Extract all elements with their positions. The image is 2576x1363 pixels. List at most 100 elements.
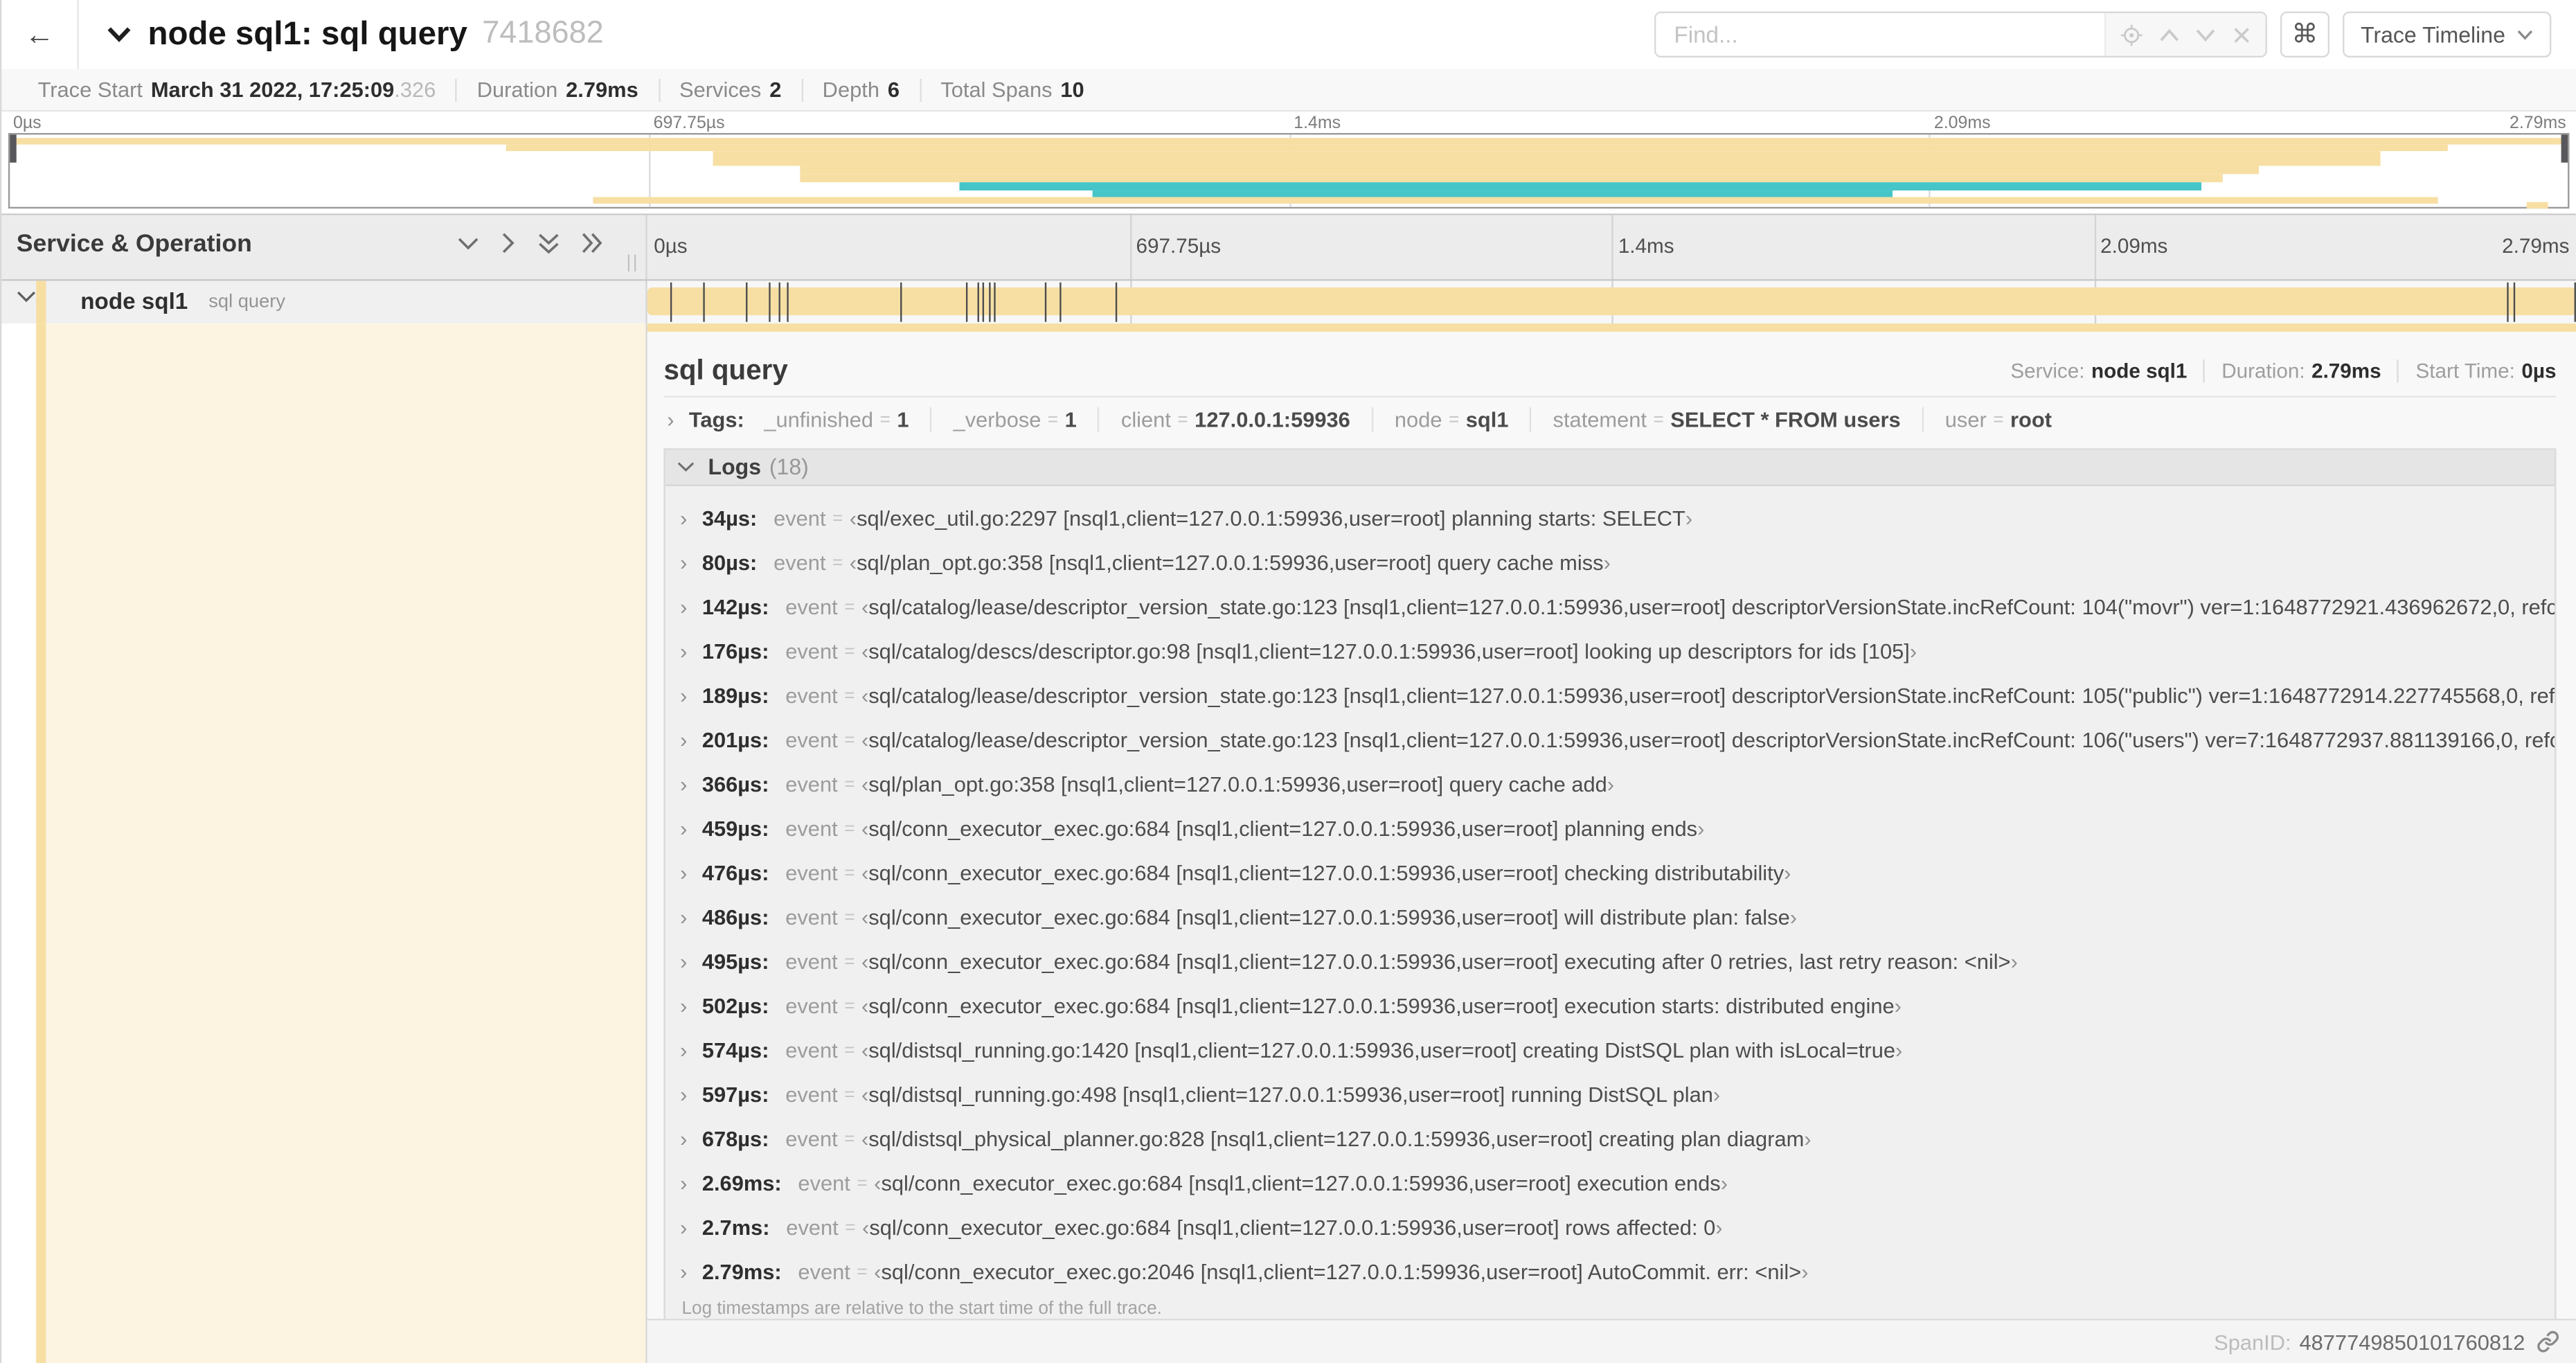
log-expand-chevron-icon[interactable]: › bbox=[680, 816, 687, 841]
span-row-name-column[interactable]: node sql1 sql query bbox=[1, 280, 647, 324]
logs-header[interactable]: Logs (18) bbox=[665, 449, 2555, 486]
log-entry-row[interactable]: › 597µs: event = ‹ sql/distsql_running.g… bbox=[665, 1072, 2555, 1116]
log-expand-chevron-icon[interactable]: › bbox=[680, 905, 687, 929]
viewport-scrubber-right[interactable] bbox=[2561, 134, 2568, 163]
span-log-marker[interactable] bbox=[2506, 282, 2509, 322]
log-entry-row[interactable]: › 476µs: event = ‹ sql/conn_executor_exe… bbox=[665, 850, 2555, 895]
back-button[interactable]: ← bbox=[1, 0, 79, 69]
log-expand-chevron-icon[interactable]: › bbox=[680, 1038, 687, 1063]
span-log-marker[interactable] bbox=[976, 282, 979, 322]
trace-info-item: Duration 2.79ms bbox=[457, 77, 660, 103]
minimap-canvas[interactable] bbox=[8, 133, 2570, 209]
log-close-quote: › bbox=[1804, 1126, 1812, 1152]
log-expand-chevron-icon[interactable]: › bbox=[680, 550, 687, 575]
minimap-span-bar bbox=[713, 158, 2381, 166]
collapse-one-icon[interactable] bbox=[457, 235, 480, 250]
log-field-key: event bbox=[785, 683, 838, 708]
viewport-scrubber-left[interactable] bbox=[10, 134, 17, 163]
log-entry-row[interactable]: › 459µs: event = ‹ sql/conn_executor_exe… bbox=[665, 806, 2555, 850]
span-log-marker[interactable] bbox=[786, 282, 788, 322]
next-match-icon[interactable] bbox=[2195, 27, 2217, 42]
log-expand-chevron-icon[interactable]: › bbox=[680, 683, 687, 708]
keyboard-shortcuts-button[interactable]: ⌘ bbox=[2280, 11, 2329, 57]
prev-match-icon[interactable] bbox=[2158, 27, 2180, 42]
log-entry-row[interactable]: › 574µs: event = ‹ sql/distsql_running.g… bbox=[665, 1028, 2555, 1072]
log-entry-row[interactable]: › 201µs: event = ‹ sql/catalog/lease/des… bbox=[665, 718, 2555, 762]
log-entry-row[interactable]: › 80µs: event = ‹ sql/plan_opt.go:358 [n… bbox=[665, 540, 2555, 585]
log-field-key: event bbox=[785, 1082, 838, 1107]
span-log-marker[interactable] bbox=[1044, 282, 1046, 322]
logs-section: Logs (18) › 34µs: event = ‹ sql/exec_uti… bbox=[663, 448, 2557, 1335]
log-equals: = bbox=[844, 952, 855, 972]
log-entry-row[interactable]: › 2.7ms: event = ‹ sql/conn_executor_exe… bbox=[665, 1205, 2555, 1249]
log-equals: = bbox=[844, 774, 855, 794]
timeline-expand-controls bbox=[457, 231, 603, 254]
span-log-marker[interactable] bbox=[703, 282, 705, 322]
log-expand-chevron-icon[interactable]: › bbox=[680, 1215, 687, 1240]
span-log-marker[interactable] bbox=[988, 282, 991, 322]
log-expand-chevron-icon[interactable]: › bbox=[680, 594, 687, 619]
tags-label: Tags: bbox=[688, 407, 744, 432]
clear-find-icon[interactable] bbox=[2232, 26, 2250, 44]
log-entry-row[interactable]: › 142µs: event = ‹ sql/catalog/lease/des… bbox=[665, 585, 2555, 629]
log-entry-row[interactable]: › 34µs: event = ‹ sql/exec_util.go:2297 … bbox=[665, 496, 2555, 540]
log-expand-chevron-icon[interactable]: › bbox=[680, 639, 687, 663]
logs-count: (18) bbox=[769, 454, 809, 480]
log-expand-chevron-icon[interactable]: › bbox=[680, 994, 687, 1019]
log-expand-chevron-icon[interactable]: › bbox=[680, 1127, 687, 1152]
span-log-marker[interactable] bbox=[778, 282, 780, 322]
log-entry-row[interactable]: › 176µs: event = ‹ sql/catalog/descs/des… bbox=[665, 629, 2555, 673]
log-expand-chevron-icon[interactable]: › bbox=[680, 1171, 687, 1196]
focus-target-icon[interactable] bbox=[2121, 24, 2143, 46]
span-log-marker[interactable] bbox=[994, 282, 996, 322]
log-entry-row[interactable]: › 495µs: event = ‹ sql/conn_executor_exe… bbox=[665, 939, 2555, 983]
tag-item: _unfinished = 1 bbox=[764, 407, 930, 432]
span-row-bar-column[interactable] bbox=[647, 280, 2576, 324]
log-expand-chevron-icon[interactable]: › bbox=[680, 1083, 687, 1107]
find-input[interactable] bbox=[1656, 12, 2104, 56]
span-log-marker[interactable] bbox=[1116, 282, 1118, 322]
span-log-marker[interactable] bbox=[670, 282, 672, 322]
log-open-quote: ‹ bbox=[861, 683, 869, 708]
trace-collapse-chevron-icon[interactable] bbox=[107, 26, 132, 43]
span-row[interactable]: node sql1 sql query bbox=[1, 280, 2576, 324]
span-log-marker[interactable] bbox=[965, 282, 967, 322]
span-log-marker[interactable] bbox=[983, 282, 985, 322]
tags-row[interactable]: › Tags: _unfinished = 1 _verbose = 1 cli… bbox=[663, 399, 2556, 440]
log-expand-chevron-icon[interactable]: › bbox=[680, 1260, 687, 1285]
log-entry-row[interactable]: › 502µs: event = ‹ sql/conn_executor_exe… bbox=[665, 983, 2555, 1028]
log-timestamp: 80µs: bbox=[701, 550, 758, 575]
meta-label: Duration: bbox=[2221, 359, 2305, 383]
expand-one-icon[interactable] bbox=[501, 231, 516, 254]
tags-expand-chevron-icon[interactable]: › bbox=[667, 407, 674, 432]
tag-key: statement bbox=[1553, 407, 1647, 432]
span-log-marker[interactable] bbox=[2514, 282, 2516, 322]
log-entry-row[interactable]: › 2.69ms: event = ‹ sql/conn_executor_ex… bbox=[665, 1161, 2555, 1205]
log-entry-row[interactable]: › 486µs: event = ‹ sql/conn_executor_exe… bbox=[665, 895, 2555, 939]
log-expand-chevron-icon[interactable]: › bbox=[680, 860, 687, 885]
log-entry-row[interactable]: › 366µs: event = ‹ sql/plan_opt.go:358 [… bbox=[665, 762, 2555, 806]
log-entry-row[interactable]: › 2.79ms: event = ‹ sql/conn_executor_ex… bbox=[665, 1249, 2555, 1294]
span-log-marker[interactable] bbox=[1059, 282, 1062, 322]
column-resizer-grip[interactable]: || bbox=[627, 253, 639, 272]
expand-all-icon[interactable] bbox=[582, 231, 603, 254]
deep-link-icon[interactable] bbox=[2537, 1330, 2559, 1353]
log-expand-chevron-icon[interactable]: › bbox=[680, 772, 687, 796]
span-duration-bar[interactable] bbox=[647, 287, 2576, 316]
span-log-marker[interactable] bbox=[769, 282, 771, 322]
span-collapse-chevron-icon[interactable] bbox=[17, 291, 36, 304]
log-entry-row[interactable]: › 189µs: event = ‹ sql/catalog/lease/des… bbox=[665, 673, 2555, 718]
log-entry-row[interactable]: › 678µs: event = ‹ sql/distsql_physical_… bbox=[665, 1116, 2555, 1161]
view-selector-button[interactable]: Trace Timeline bbox=[2342, 11, 2552, 57]
log-expand-chevron-icon[interactable]: › bbox=[680, 949, 687, 974]
trace-info-value: 2.79ms bbox=[566, 77, 638, 103]
log-expand-chevron-icon[interactable]: › bbox=[680, 727, 687, 752]
span-log-marker[interactable] bbox=[745, 282, 748, 322]
collapse-all-icon[interactable] bbox=[537, 233, 560, 254]
log-expand-chevron-icon[interactable]: › bbox=[680, 506, 687, 531]
span-log-marker[interactable] bbox=[2574, 282, 2576, 322]
tag-item: statement = SELECT * FROM users bbox=[1530, 407, 1922, 432]
trace-info-item: Services 2 bbox=[660, 77, 803, 102]
trace-info-label: Duration bbox=[476, 77, 558, 103]
span-log-marker[interactable] bbox=[900, 282, 902, 322]
